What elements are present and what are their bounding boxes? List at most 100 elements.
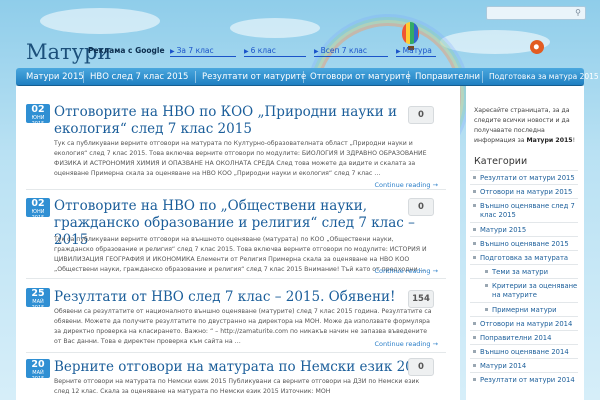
bullet-icon bbox=[473, 350, 476, 353]
nav-item-retakes[interactable]: Поправителни bbox=[415, 68, 480, 86]
continue-reading-link[interactable]: Continue reading → bbox=[375, 267, 439, 275]
category-label: Поправителни 2014 bbox=[480, 334, 552, 342]
bullet-icon bbox=[485, 308, 488, 311]
category-label: Примерни матури bbox=[492, 306, 557, 314]
category-label: Матури 2015 bbox=[480, 226, 527, 234]
cloud-decoration bbox=[230, 18, 320, 38]
category-item[interactable]: Матури 2014 bbox=[470, 358, 578, 371]
cloud-decoration bbox=[40, 8, 160, 34]
subcategory-item[interactable]: Примерни матури bbox=[470, 302, 578, 315]
quick-link-label: Всеп 7 клас bbox=[320, 46, 367, 55]
nav-separator bbox=[408, 71, 409, 83]
post-day: 02 bbox=[31, 198, 45, 209]
post-date: 02 ЮНИ 2015 bbox=[26, 198, 50, 221]
category-item[interactable]: Поправителни 2014 bbox=[470, 330, 578, 343]
category-item[interactable]: Резултати от матури 2015 bbox=[470, 170, 578, 183]
sidebar-intro-end: ! bbox=[572, 137, 576, 144]
post-month: МАЙ 2015 bbox=[31, 370, 45, 382]
bullet-icon bbox=[473, 336, 476, 339]
continue-reading-link[interactable]: Continue reading → bbox=[375, 340, 439, 348]
category-label: Подготовка за матурата bbox=[480, 254, 569, 262]
sidebar: Харесайте страницата, за да следите всич… bbox=[466, 86, 584, 400]
nav-separator bbox=[83, 71, 84, 83]
comment-count[interactable]: 0 bbox=[408, 358, 434, 376]
nav-item-matura-2015[interactable]: Матури 2015 bbox=[26, 68, 84, 86]
hot-air-balloon-icon bbox=[402, 22, 419, 44]
post-date: 20 МАЙ 2015 bbox=[26, 359, 50, 382]
category-label: Резултати от матури 2014 bbox=[480, 376, 575, 384]
main-navigation: Матури 2015 НВО след 7 клас 2015 Резулта… bbox=[16, 68, 599, 86]
quick-link-matura[interactable]: ▶ Матура bbox=[396, 46, 436, 57]
categories-heading: Категории bbox=[474, 156, 528, 167]
nav-separator bbox=[195, 71, 196, 83]
comment-count[interactable]: 0 bbox=[408, 106, 434, 124]
quick-link-all-7-class[interactable]: ▶ Всеп 7 клас bbox=[314, 46, 388, 57]
quick-link-6-class[interactable]: ▶ 6 клас bbox=[244, 46, 306, 57]
category-label: Матури 2014 bbox=[480, 362, 527, 370]
category-item[interactable]: Външно оценяване след 7 клас 2015 bbox=[470, 198, 578, 220]
category-item[interactable]: Матури 2015 bbox=[470, 222, 578, 235]
post-title[interactable]: Верните отговори на матурата по Немски е… bbox=[54, 359, 434, 376]
nav-separator bbox=[303, 71, 304, 83]
quick-link-7-class[interactable]: ▶ За 7 клас bbox=[170, 46, 236, 57]
nav-item-nvo-7-class[interactable]: НВО след 7 клас 2015 bbox=[90, 68, 188, 86]
subcategory-item[interactable]: Теми за матури bbox=[470, 264, 578, 277]
post-month: ЮНИ 2015 bbox=[31, 209, 45, 221]
post-date: 02 ЮНИ 2015 bbox=[26, 104, 50, 127]
bullet-icon bbox=[473, 378, 476, 381]
subcategory-item[interactable]: Критерии за оценяване на матурите bbox=[470, 278, 578, 300]
bullet-icon bbox=[473, 364, 476, 367]
category-label: Резултати от матури 2015 bbox=[480, 174, 575, 182]
post-date: 25 МАЙ 2015 bbox=[26, 288, 50, 311]
category-label: Отговори на матури 2015 bbox=[480, 188, 573, 196]
post-title[interactable]: Отговорите на НВО по КОО „Природни науки… bbox=[54, 104, 434, 138]
post: 02 ЮНИ 2015 Отговорите на НВО по „Общест… bbox=[16, 198, 460, 280]
search-icon[interactable]: ⚲ bbox=[573, 8, 583, 18]
post: 25 МАЙ 2015 Резултати от НВО след 7 клас… bbox=[16, 288, 460, 348]
post: 02 ЮНИ 2015 Отговорите на НВО по КОО „Пр… bbox=[16, 104, 460, 189]
comment-count[interactable]: 154 bbox=[408, 290, 434, 308]
nav-separator bbox=[482, 71, 483, 83]
post-divider bbox=[26, 189, 446, 190]
post-excerpt: Верните отговори на матурата по Немски е… bbox=[54, 378, 420, 395]
category-item[interactable]: Резултати от матури 2014 bbox=[470, 372, 578, 385]
category-item[interactable]: Отговори на матури 2015 bbox=[470, 184, 578, 197]
post-day: 02 bbox=[31, 104, 45, 115]
bullet-icon bbox=[485, 284, 488, 287]
category-label: Критерии за оценяване на матурите bbox=[492, 282, 578, 299]
category-label: Външно оценяване 2015 bbox=[480, 240, 569, 248]
search-input[interactable]: ⚲ bbox=[486, 6, 586, 20]
bullet-icon bbox=[473, 228, 476, 231]
nav-item-preparation[interactable]: Подготовка за матура 2015 bbox=[489, 68, 599, 86]
category-item[interactable]: Външно оценяване 2015 bbox=[470, 236, 578, 249]
sidebar-intro: Харесайте страницата, за да следите всич… bbox=[474, 106, 578, 146]
nav-item-answers[interactable]: Отговори от матурите bbox=[310, 68, 411, 86]
sidebar-intro-highlight: Матури 2015 bbox=[526, 137, 573, 144]
bullet-icon bbox=[473, 176, 476, 179]
post: 20 МАЙ 2015 Верните отговори на матурата… bbox=[16, 358, 460, 400]
category-item[interactable]: Външно оценяване 2014 bbox=[470, 344, 578, 357]
post-divider bbox=[26, 352, 446, 353]
post-list: 02 ЮНИ 2015 Отговорите на НВО по КОО „Пр… bbox=[16, 86, 460, 400]
ad-label[interactable]: Реклама с Google bbox=[88, 46, 165, 55]
post-excerpt: Тук са публикувани верните отговори на м… bbox=[54, 140, 427, 177]
post-month: МАЙ 2015 bbox=[31, 299, 45, 311]
bullet-icon bbox=[473, 242, 476, 245]
post-title[interactable]: Резултати от НВО след 7 клас – 2015. Обя… bbox=[54, 289, 434, 306]
bullet-icon bbox=[485, 270, 488, 273]
post-divider bbox=[26, 278, 446, 279]
bullet-icon bbox=[473, 322, 476, 325]
comment-count[interactable]: 0 bbox=[408, 198, 434, 216]
bullet-icon bbox=[473, 256, 476, 259]
category-label: Външно оценяване 2014 bbox=[480, 348, 569, 356]
continue-reading-link[interactable]: Continue reading → bbox=[375, 181, 439, 189]
category-item[interactable]: Отговори на матури 2014 bbox=[470, 316, 578, 329]
category-label: Външно оценяване след 7 клас 2015 bbox=[480, 202, 575, 219]
category-item[interactable]: Подготовка за матурата bbox=[470, 250, 578, 263]
quick-link-label: За 7 клас bbox=[176, 46, 214, 55]
post-day: 25 bbox=[31, 288, 45, 299]
post-day: 20 bbox=[31, 359, 45, 370]
nav-item-results[interactable]: Резултати от матурите bbox=[202, 68, 306, 86]
bullet-icon bbox=[473, 190, 476, 193]
category-label: Отговори на матури 2014 bbox=[480, 320, 573, 328]
